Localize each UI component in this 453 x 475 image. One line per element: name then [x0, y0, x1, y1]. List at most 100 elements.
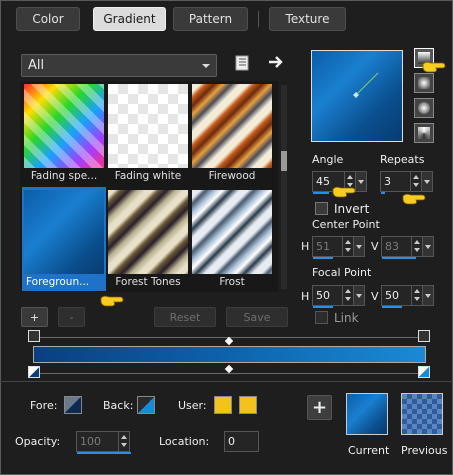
gradient-item-foreground[interactable]: Foregroun...: [22, 187, 106, 291]
back-label: Back:: [103, 399, 134, 412]
center-v-label: V: [371, 240, 379, 253]
center-h-spinner[interactable]: [342, 237, 353, 256]
gradient-name: Foregroun...: [26, 276, 90, 288]
gradient-item-frost[interactable]: Frost: [190, 187, 274, 291]
gradient-list-scrollbar[interactable]: [281, 85, 287, 289]
center-h-field[interactable]: 51: [312, 236, 365, 259]
focal-h-slider-bar[interactable]: [313, 306, 333, 308]
tab-gradient[interactable]: Gradient: [93, 7, 166, 31]
hand-pointer-icon: [100, 295, 124, 307]
gradient-item-firewood[interactable]: Firewood: [190, 81, 274, 185]
center-v-field[interactable]: 83: [381, 236, 434, 259]
focal-h-label: H: [301, 290, 310, 303]
repeats-spinner[interactable]: [410, 172, 421, 191]
gradient-bar[interactable]: [33, 346, 426, 363]
focal-h-dropdown[interactable]: [353, 285, 365, 306]
previous-label: Previous: [401, 444, 448, 457]
gradient-item-forest-tones[interactable]: Forest Tones: [106, 187, 190, 291]
previous-gradient-swatch[interactable]: [401, 393, 443, 435]
book-icon[interactable]: [233, 54, 251, 72]
tab-color[interactable]: Color: [16, 7, 80, 31]
angle-dropdown[interactable]: [355, 171, 367, 192]
angle-handle-icon: [353, 72, 379, 98]
user-color-swatch[interactable]: [214, 396, 232, 414]
gradient-name: Firewood: [208, 170, 256, 182]
add-to-swatches-button[interactable]: +: [307, 395, 332, 420]
focal-v-label: V: [371, 290, 379, 303]
center-v-spinner[interactable]: [411, 237, 422, 256]
chevron-down-icon: [202, 64, 210, 68]
transparency-stop-left[interactable]: [28, 330, 40, 342]
arrow-right-icon[interactable]: [266, 53, 286, 71]
tab-texture[interactable]: Texture: [269, 7, 346, 31]
center-v-value: 83: [385, 240, 399, 253]
current-gradient-swatch[interactable]: [346, 393, 388, 435]
angle-value: 45: [316, 175, 330, 188]
gradient-bottom-line: [33, 373, 426, 374]
gradient-name: Forest Tones: [115, 276, 181, 288]
link-checkbox[interactable]: [315, 311, 328, 324]
repeats-dropdown[interactable]: [421, 171, 433, 192]
save-button[interactable]: Save: [226, 307, 288, 327]
location-field[interactable]: 0: [224, 431, 259, 452]
back-color-swatch[interactable]: [137, 396, 155, 414]
center-h-label: H: [301, 240, 310, 253]
rectangular-style-button[interactable]: [414, 73, 434, 93]
focal-v-field[interactable]: 50: [381, 285, 434, 308]
opacity-label: Opacity:: [15, 435, 61, 448]
focal-h-spinner[interactable]: [342, 286, 353, 305]
transparency-stop-right[interactable]: [418, 330, 430, 342]
location-value: 0: [228, 435, 235, 448]
focal-v-slider-bar[interactable]: [382, 306, 402, 308]
section-divider: [0, 381, 453, 382]
gradient-thumbnail: [108, 84, 188, 168]
user-color-swatch-2[interactable]: [239, 396, 257, 414]
fore-label: Fore:: [30, 399, 58, 412]
category-dropdown[interactable]: All: [21, 54, 217, 77]
user-label: User:: [178, 399, 207, 412]
repeats-label: Repeats: [380, 153, 425, 166]
link-label: Link: [334, 311, 359, 325]
category-value: All: [28, 58, 45, 73]
scrollbar-thumb[interactable]: [281, 151, 287, 171]
gradient-name: Fading white: [114, 170, 182, 182]
opacity-field[interactable]: 100: [76, 431, 131, 454]
radial-style-button[interactable]: [414, 98, 434, 118]
center-h-dropdown[interactable]: [353, 236, 365, 257]
sunburst-style-button[interactable]: [414, 123, 434, 143]
color-stop-left[interactable]: [28, 366, 40, 378]
gradient-item-fading-white[interactable]: Fading white: [106, 81, 190, 185]
reset-button[interactable]: Reset: [154, 307, 216, 327]
repeats-field[interactable]: 3: [380, 171, 433, 194]
current-label: Current: [348, 444, 390, 457]
focal-h-field[interactable]: 50: [312, 285, 365, 308]
focal-v-spinner[interactable]: [411, 286, 422, 305]
add-gradient-button[interactable]: +: [21, 307, 48, 327]
gradient-thumbnail: [24, 190, 104, 274]
center-v-slider-bar[interactable]: [382, 257, 416, 259]
gradient-item-fading-spectrum[interactable]: Fading spe...: [22, 81, 106, 185]
fore-color-swatch[interactable]: [64, 396, 82, 414]
gradient-thumbnail: [24, 84, 104, 168]
gradient-thumbnail: [108, 190, 188, 274]
hand-pointer-icon: [402, 193, 426, 205]
color-stop-right[interactable]: [418, 366, 430, 378]
center-point-label: Center Point: [312, 218, 380, 231]
center-h-slider-bar[interactable]: [313, 257, 333, 259]
opacity-value: 100: [80, 435, 101, 448]
opacity-spinner[interactable]: [118, 432, 129, 451]
angle-slider-bar[interactable]: [313, 192, 329, 194]
focal-v-value: 50: [385, 289, 399, 302]
center-h-value: 51: [316, 240, 330, 253]
focal-v-dropdown[interactable]: [422, 285, 434, 306]
remove-gradient-button[interactable]: -: [58, 307, 85, 327]
focal-h-value: 50: [316, 289, 330, 302]
tab-pattern[interactable]: Pattern: [173, 7, 248, 31]
repeats-slider-bar[interactable]: [381, 192, 385, 194]
gradient-preview[interactable]: [311, 50, 403, 142]
opacity-slider-bar[interactable]: [77, 452, 131, 454]
gradient-thumbnail: [192, 84, 272, 168]
gradient-name: Fading spe...: [30, 170, 98, 182]
center-v-dropdown[interactable]: [422, 236, 434, 257]
invert-checkbox[interactable]: [315, 202, 328, 215]
